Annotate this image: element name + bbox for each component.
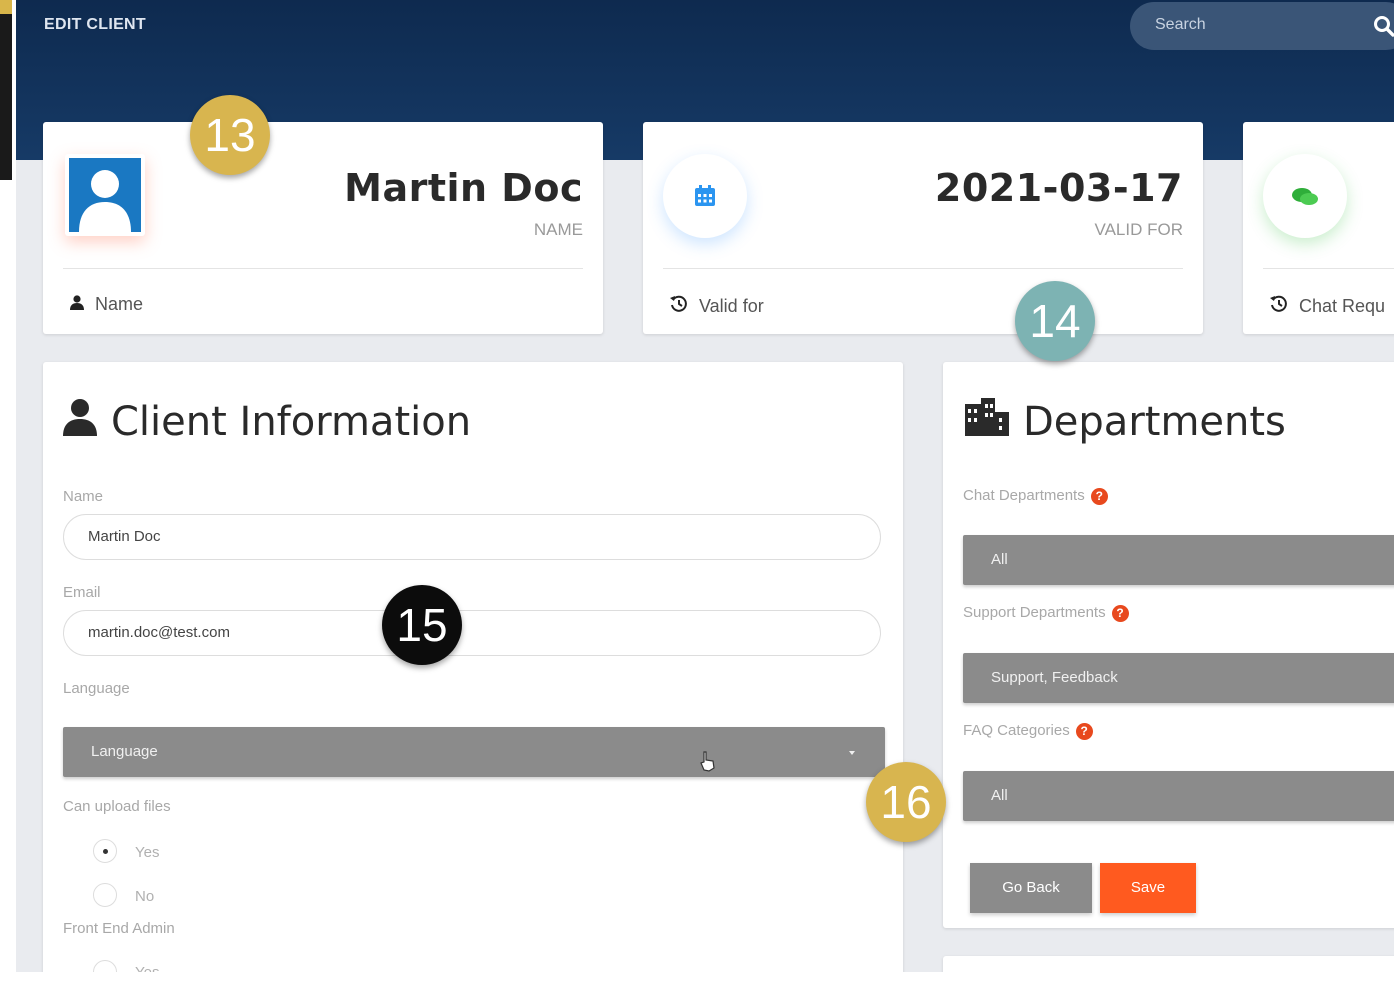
panel-title-text: Client Information <box>111 399 472 445</box>
user-icon <box>69 294 85 315</box>
help-icon[interactable]: ? <box>1075 722 1093 740</box>
upload-files-label: Can upload files <box>63 798 171 815</box>
front-end-admin-yes-radio[interactable] <box>93 960 117 972</box>
help-icon[interactable]: ? <box>1090 487 1108 505</box>
front-end-admin-yes-label: Yes <box>135 964 159 972</box>
upload-no-radio[interactable] <box>93 883 117 907</box>
page-title: EDIT CLIENT <box>44 16 146 33</box>
stat-card-name: Martin Doc NAME Name <box>43 122 603 334</box>
departments-panel: Departments Chat Departments? All Suppor… <box>943 362 1394 928</box>
stat-footer-label: Name <box>95 294 144 314</box>
hand-cursor-icon <box>699 743 717 793</box>
chat-departments-label: Chat Departments? <box>963 487 1108 505</box>
caret-down-icon <box>847 727 857 798</box>
valid-for-value: 2021-03-17 <box>934 166 1183 210</box>
annotation-badge: 14 <box>1015 281 1095 361</box>
chat-departments-select[interactable]: All <box>963 535 1394 585</box>
panel-title-text: Departments <box>1023 399 1286 445</box>
chat-bubbles-icon <box>1291 186 1319 212</box>
departments-title: Departments <box>963 398 1286 446</box>
valid-for-label: VALID FOR <box>1094 220 1183 239</box>
email-label: Email <box>63 584 101 601</box>
divider <box>63 268 583 269</box>
stat-card-valid-for: 2021-03-17 VALID FOR Valid for <box>643 122 1203 334</box>
support-departments-select[interactable]: Support, Feedback <box>963 653 1394 703</box>
front-end-admin-label: Front End Admin <box>63 920 175 937</box>
upload-yes-radio[interactable] <box>93 839 117 863</box>
annotation-badge: 15 <box>382 585 462 665</box>
stat-footer-chat-requests: Chat Requ <box>1269 294 1385 319</box>
email-input[interactable]: martin.doc@test.com <box>63 610 881 656</box>
language-select-value: Language <box>91 743 158 760</box>
name-input[interactable]: Martin Doc <box>63 514 881 560</box>
stat-card-chat-requests: Chat Requ <box>1243 122 1394 334</box>
divider <box>1263 268 1394 269</box>
history-icon <box>1269 294 1289 319</box>
calendar-icon <box>694 185 716 211</box>
faq-categories-select[interactable]: All <box>963 771 1394 821</box>
upload-no-label: No <box>135 888 155 905</box>
stat-footer-label: Chat Requ <box>1299 296 1386 316</box>
avatar <box>65 154 145 236</box>
radio-selected-dot <box>103 849 108 854</box>
client-name-label: NAME <box>533 220 583 239</box>
left-edge-accent <box>0 0 12 14</box>
user-avatar-icon <box>69 158 141 232</box>
faq-categories-label: FAQ Categories? <box>963 722 1093 740</box>
stat-footer-label: Valid for <box>699 296 764 316</box>
client-information-panel: Client Information Name Martin Doc Email… <box>43 362 903 972</box>
user-icon <box>63 398 97 446</box>
calendar-icon-circle <box>663 154 747 238</box>
help-icon[interactable]: ? <box>1111 604 1129 622</box>
upload-yes-label: Yes <box>135 844 160 861</box>
stat-footer-valid-for: Valid for <box>669 294 764 319</box>
building-icon <box>963 398 1009 446</box>
left-edge-strip <box>0 0 12 180</box>
chat-icon-circle <box>1263 154 1347 238</box>
language-label: Language <box>63 680 130 697</box>
go-back-button[interactable]: Go Back <box>970 863 1092 913</box>
divider <box>663 268 1183 269</box>
support-departments-label: Support Departments? <box>963 604 1129 622</box>
stat-footer-name: Name <box>69 294 143 315</box>
client-name-value: Martin Doc <box>344 166 583 210</box>
save-button[interactable]: Save <box>1100 863 1196 913</box>
name-label: Name <box>63 488 104 505</box>
next-panel <box>943 956 1394 972</box>
annotation-badge: 16 <box>866 762 946 842</box>
annotation-badge: 13 <box>190 95 270 175</box>
history-icon <box>669 294 689 319</box>
language-select[interactable]: Language <box>63 727 885 777</box>
client-information-title: Client Information <box>63 398 471 446</box>
search-icon[interactable] <box>1372 14 1394 38</box>
search-input[interactable]: Search <box>1155 16 1206 34</box>
search-box[interactable]: Search <box>1130 2 1394 50</box>
